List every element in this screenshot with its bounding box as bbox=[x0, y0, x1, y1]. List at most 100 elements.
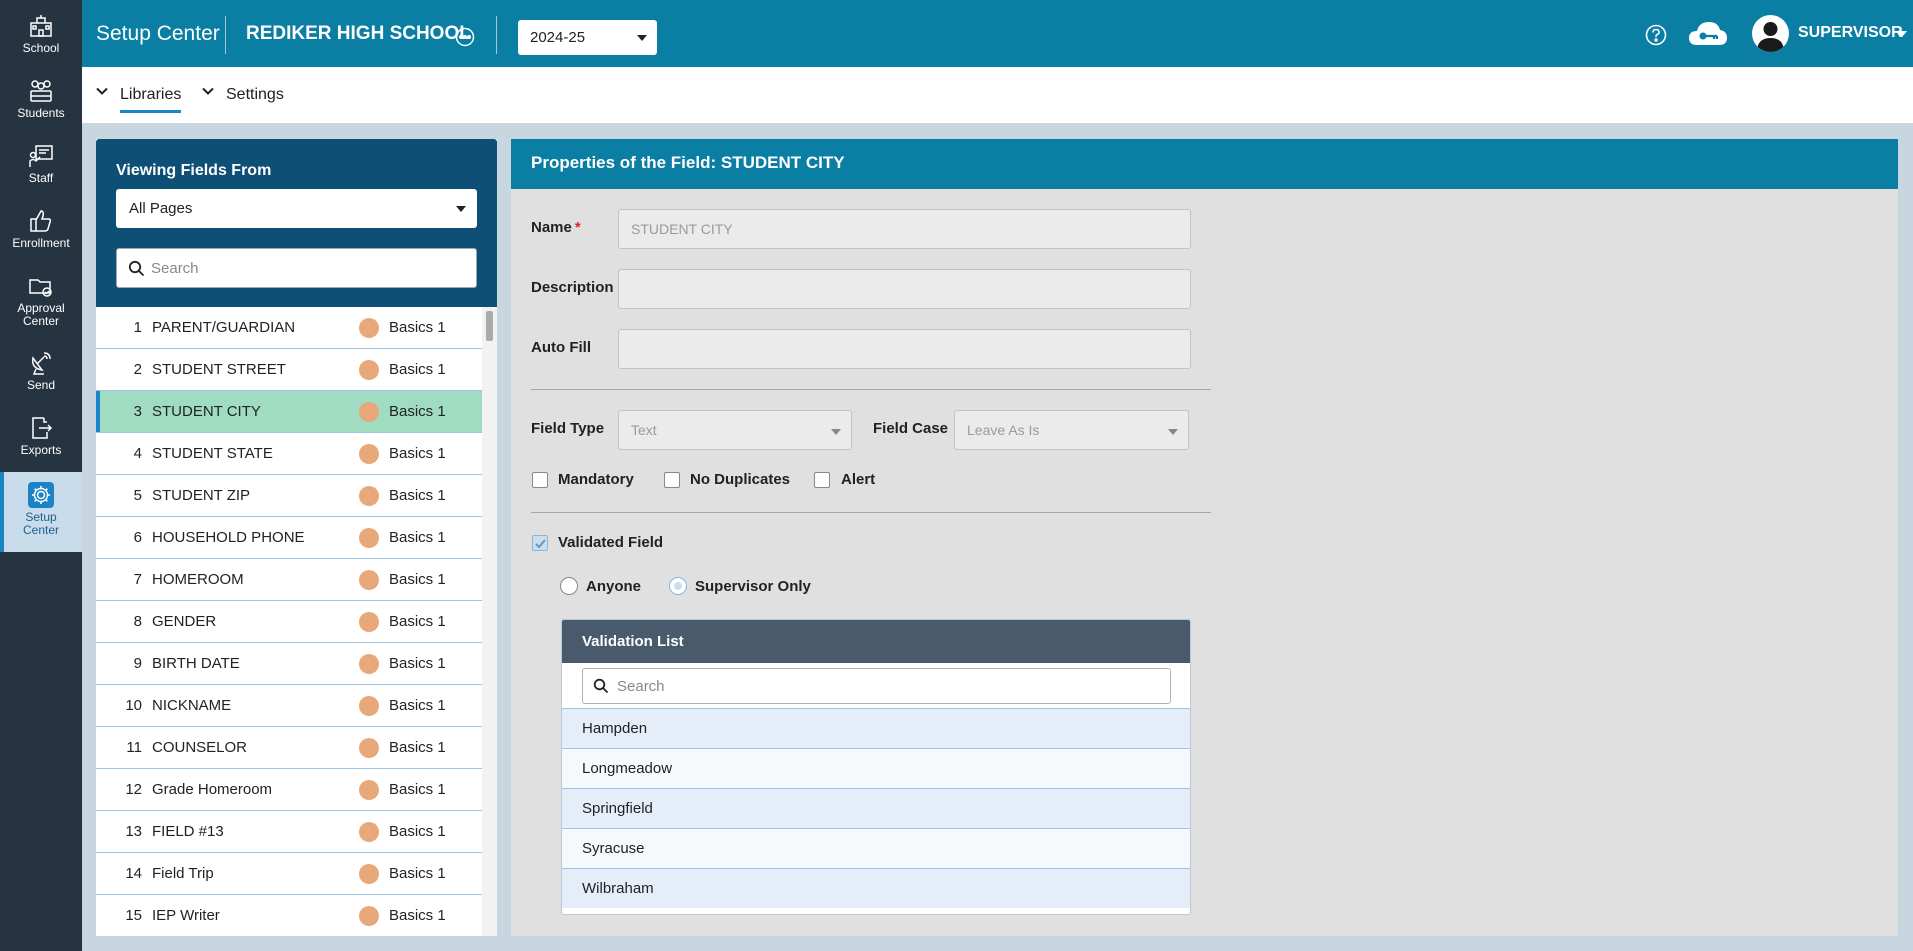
rail-item-school[interactable]: School bbox=[0, 3, 82, 65]
field-page: Basics 1 bbox=[389, 907, 446, 924]
help-icon[interactable] bbox=[1645, 24, 1667, 46]
page-color-dot bbox=[359, 696, 379, 716]
scrollbar-thumb[interactable] bbox=[486, 311, 493, 341]
field-row[interactable]: 9 BIRTH DATE Basics 1 bbox=[96, 643, 482, 685]
description-field[interactable] bbox=[618, 269, 1191, 309]
field-row[interactable]: 13 FIELD #13 Basics 1 bbox=[96, 811, 482, 853]
rail-label-staff: Staff bbox=[28, 171, 54, 185]
page-color-dot bbox=[359, 780, 379, 800]
field-row[interactable]: 7 HOMEROOM Basics 1 bbox=[96, 559, 482, 601]
supervisor-only-radio[interactable] bbox=[669, 577, 687, 595]
rail-label-approval-line1: Approval bbox=[17, 301, 65, 315]
validation-item[interactable]: Wilbraham bbox=[562, 868, 1190, 908]
page-color-dot bbox=[359, 654, 379, 674]
rail-item-setup-center[interactable]: Setup Center bbox=[0, 472, 82, 552]
rail-item-enrollment[interactable]: Enrollment bbox=[0, 198, 82, 260]
user-silhouette-icon bbox=[1757, 22, 1784, 52]
caret-down-icon bbox=[831, 429, 841, 435]
user-menu-name[interactable]: SUPERVISOR bbox=[1798, 24, 1903, 42]
required-marker: * bbox=[574, 219, 581, 236]
pages-select[interactable]: All Pages bbox=[116, 189, 477, 228]
field-row[interactable]: 6 HOUSEHOLD PHONE Basics 1 bbox=[96, 517, 482, 559]
mandatory-checkbox[interactable] bbox=[532, 472, 548, 488]
field-row[interactable]: 5 STUDENT ZIP Basics 1 bbox=[96, 475, 482, 517]
field-page: Basics 1 bbox=[389, 361, 446, 378]
field-type-select[interactable]: Text bbox=[618, 410, 852, 450]
field-case-label: Field Case bbox=[873, 420, 949, 437]
field-number: 15 bbox=[125, 907, 142, 924]
field-case-select[interactable]: Leave As Is bbox=[954, 410, 1189, 450]
field-number: 3 bbox=[133, 403, 142, 420]
rail-item-approval-center[interactable]: Approval Center bbox=[0, 263, 82, 335]
students-icon bbox=[30, 80, 52, 102]
avatar[interactable] bbox=[1752, 15, 1789, 52]
page-color-dot bbox=[359, 486, 379, 506]
app-title: Setup Center bbox=[96, 22, 220, 45]
page-color-dot bbox=[359, 402, 379, 422]
rail-label-setup-line1: Setup bbox=[25, 510, 57, 524]
section-divider bbox=[531, 512, 1211, 513]
autofill-field[interactable] bbox=[618, 329, 1191, 369]
field-row[interactable]: 1 PARENT/GUARDIAN Basics 1 bbox=[96, 307, 482, 349]
search-icon bbox=[128, 260, 145, 277]
subnav-libraries[interactable]: Libraries bbox=[96, 85, 182, 113]
field-row[interactable]: 15 IEP Writer Basics 1 bbox=[96, 895, 482, 936]
field-number: 12 bbox=[125, 781, 142, 798]
subnav-settings[interactable]: Settings bbox=[202, 85, 284, 110]
field-number: 7 bbox=[133, 571, 142, 588]
school-name[interactable]: REDIKER HIGH SCHOOL bbox=[246, 23, 471, 45]
fields-search-input[interactable] bbox=[151, 257, 461, 279]
alert-checkbox[interactable] bbox=[814, 472, 830, 488]
field-row[interactable]: 14 Field Trip Basics 1 bbox=[96, 853, 482, 895]
description-label: Description bbox=[531, 279, 614, 296]
caret-down-icon bbox=[1168, 429, 1178, 435]
validation-search-input[interactable] bbox=[617, 676, 1157, 696]
field-type-value: Text bbox=[631, 422, 657, 438]
caret-down-icon[interactable] bbox=[1897, 31, 1907, 37]
subnav-settings-label: Settings bbox=[226, 86, 284, 103]
page-color-dot bbox=[359, 822, 379, 842]
divider bbox=[496, 16, 497, 54]
rail-item-staff[interactable]: Staff bbox=[0, 133, 82, 195]
fields-panel: Viewing Fields From All Pages 1 PARENT/G… bbox=[96, 139, 497, 936]
validation-item[interactable]: Longmeadow bbox=[562, 748, 1190, 788]
school-building-icon bbox=[30, 15, 52, 37]
field-row[interactable]: 2 STUDENT STREET Basics 1 bbox=[96, 349, 482, 391]
field-row[interactable]: 10 NICKNAME Basics 1 bbox=[96, 685, 482, 727]
field-list-scrollbar[interactable] bbox=[482, 307, 497, 936]
field-row[interactable]: 8 GENDER Basics 1 bbox=[96, 601, 482, 643]
more-options-icon[interactable] bbox=[455, 27, 475, 47]
fields-panel-header: Viewing Fields From All Pages bbox=[96, 139, 497, 307]
validation-item[interactable]: Hampden bbox=[562, 708, 1190, 748]
school-year-select[interactable]: 2024-25 bbox=[518, 20, 657, 55]
name-field[interactable]: STUDENT CITY bbox=[618, 209, 1191, 249]
cloud-key-icon[interactable] bbox=[1687, 19, 1729, 49]
subnav-libraries-label: Libraries bbox=[120, 86, 182, 113]
field-row[interactable]: 12 Grade Homeroom Basics 1 bbox=[96, 769, 482, 811]
export-file-icon bbox=[32, 417, 53, 439]
rail-item-exports[interactable]: Exports bbox=[0, 405, 82, 467]
field-name: GENDER bbox=[152, 613, 217, 630]
field-row[interactable]: 4 STUDENT STATE Basics 1 bbox=[96, 433, 482, 475]
field-name: HOUSEHOLD PHONE bbox=[152, 529, 305, 546]
rail-item-send[interactable]: Send bbox=[0, 340, 82, 402]
rail-item-students[interactable]: Students bbox=[0, 68, 82, 130]
validated-field-checkbox[interactable] bbox=[532, 535, 548, 551]
field-number: 4 bbox=[133, 445, 142, 462]
rail-label-exports: Exports bbox=[20, 443, 62, 457]
top-bar: Setup Center REDIKER HIGH SCHOOL 2024-25… bbox=[82, 0, 1913, 67]
field-name: FIELD #13 bbox=[152, 823, 224, 840]
field-page: Basics 1 bbox=[389, 487, 446, 504]
validation-item[interactable]: Springfield bbox=[562, 788, 1190, 828]
field-number: 8 bbox=[133, 613, 142, 630]
field-row[interactable]: 11 COUNSELOR Basics 1 bbox=[96, 727, 482, 769]
field-row-selected[interactable]: 3 STUDENT CITY Basics 1 bbox=[96, 391, 482, 433]
field-name: PARENT/GUARDIAN bbox=[152, 319, 296, 336]
anyone-radio[interactable] bbox=[560, 577, 578, 595]
no-duplicates-checkbox[interactable] bbox=[664, 472, 680, 488]
alert-label: Alert bbox=[841, 471, 876, 488]
thumbs-up-icon bbox=[30, 210, 52, 232]
field-name: BIRTH DATE bbox=[152, 655, 240, 672]
properties-title: Properties of the Field: STUDENT CITY bbox=[531, 153, 845, 172]
validation-item[interactable]: Syracuse bbox=[562, 828, 1190, 868]
